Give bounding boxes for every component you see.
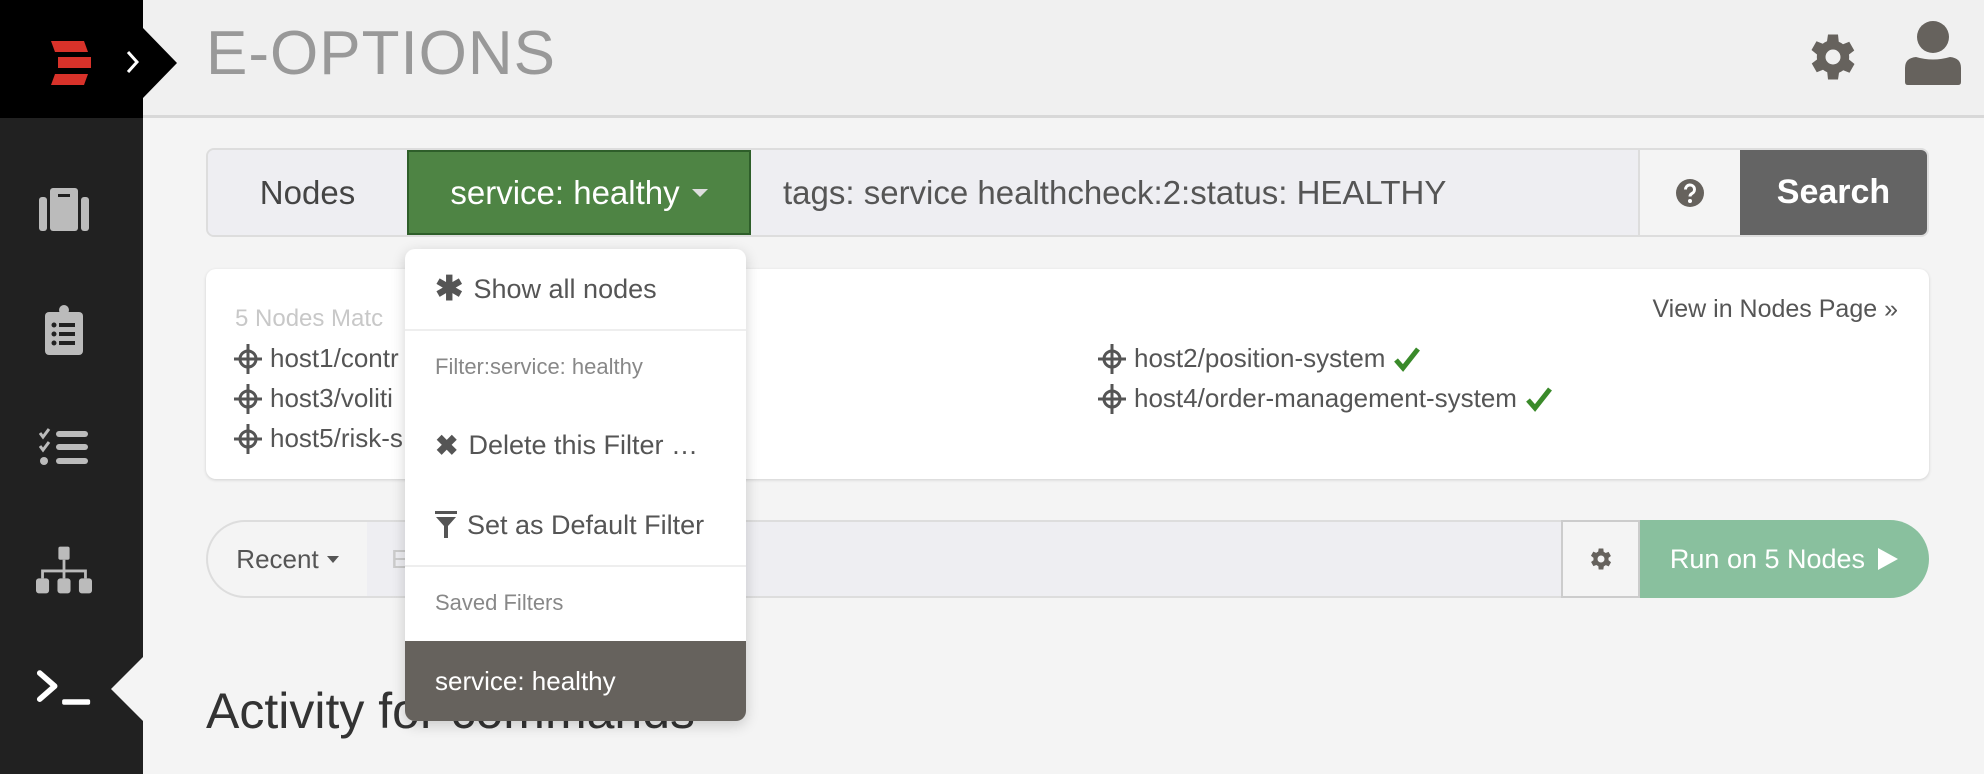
view-in-nodes-page-link[interactable]: View in Nodes Page » bbox=[1652, 295, 1898, 324]
play-icon bbox=[1878, 548, 1899, 570]
filter-help-button[interactable] bbox=[1638, 150, 1740, 235]
node-name: host5/risk-s bbox=[270, 423, 403, 453]
page-title: E-OPTIONS bbox=[206, 19, 557, 88]
sidebar-item-jobs[interactable] bbox=[36, 302, 92, 358]
logo-notch bbox=[143, 28, 177, 98]
sidebar-item-commands[interactable] bbox=[36, 660, 92, 716]
settings-gear-icon[interactable] bbox=[1803, 26, 1863, 88]
node-name: host3/voliti bbox=[270, 383, 393, 413]
active-item-indicator bbox=[111, 657, 143, 721]
node-item[interactable]: host3/voliti bbox=[234, 383, 393, 414]
asterisk-icon: ✱ bbox=[435, 270, 464, 308]
check-icon bbox=[1526, 386, 1552, 412]
briefcase-icon bbox=[39, 188, 89, 231]
crosshair-icon bbox=[1098, 343, 1126, 374]
check-icon bbox=[1394, 346, 1421, 372]
sidebar-item-activity[interactable] bbox=[36, 420, 92, 476]
sidebar-item-projects[interactable] bbox=[36, 180, 92, 236]
logo-button[interactable] bbox=[0, 0, 143, 118]
set-default-filter-item[interactable]: Set as Default Filter bbox=[405, 489, 746, 561]
chevron-right-icon bbox=[126, 50, 140, 74]
tasks-icon bbox=[39, 428, 88, 465]
node-item[interactable]: host4/order-management-system bbox=[1098, 383, 1553, 414]
menu-label: Delete this Filter … bbox=[468, 429, 699, 460]
menu-label: Set as Default Filter bbox=[467, 509, 705, 540]
nodes-match-count: 5 Nodes Matc bbox=[235, 305, 384, 332]
saved-filters-header: Saved Filters bbox=[435, 590, 564, 615]
menu-label: Show all nodes bbox=[473, 273, 657, 304]
filter-header: Filter:service: healthy bbox=[435, 354, 643, 379]
filter-dropdown-button[interactable]: service: healthy bbox=[407, 150, 751, 235]
sidebar-item-nodes[interactable] bbox=[36, 542, 92, 598]
show-all-nodes-item[interactable]: ✱ Show all nodes bbox=[405, 249, 746, 329]
recent-commands-dropdown[interactable]: Recent bbox=[206, 520, 367, 598]
caret-down-icon bbox=[326, 555, 339, 563]
delete-filter-item[interactable]: ✖ Delete this Filter … bbox=[405, 409, 746, 481]
terminal-icon bbox=[36, 670, 91, 705]
nodes-label: Nodes bbox=[208, 150, 407, 235]
filter-dropdown-menu: ✱ Show all nodes Filter:service: healthy … bbox=[405, 249, 746, 721]
recent-label: Recent bbox=[236, 543, 319, 574]
crosshair-icon bbox=[234, 383, 262, 414]
node-name: host2/position-system bbox=[1134, 343, 1386, 373]
user-avatar-icon[interactable] bbox=[1904, 20, 1962, 86]
question-circle-icon bbox=[1676, 178, 1704, 207]
crosshair-icon bbox=[234, 423, 262, 454]
run-command-button[interactable]: Run on 5 Nodes bbox=[1640, 520, 1929, 598]
node-filter-bar: Nodes service: healthy tags: service hea… bbox=[206, 148, 1929, 237]
node-name: host4/order-management-system bbox=[1134, 383, 1517, 413]
crosshair-icon bbox=[1098, 383, 1126, 414]
search-button[interactable]: Search bbox=[1740, 150, 1927, 235]
crosshair-icon bbox=[234, 343, 262, 374]
filter-label: service: healthy bbox=[450, 173, 680, 211]
node-name: host1/contr bbox=[270, 343, 399, 373]
node-item[interactable]: host1/contr bbox=[234, 343, 399, 374]
node-filter-input[interactable]: tags: service healthcheck:2:status: HEAL… bbox=[751, 150, 1638, 235]
logo-icon bbox=[51, 41, 91, 85]
gear-icon bbox=[1590, 548, 1611, 570]
close-icon: ✖ bbox=[435, 429, 459, 461]
clipboard-list-icon bbox=[45, 305, 83, 355]
node-item[interactable]: host2/position-system bbox=[1098, 343, 1421, 374]
node-item[interactable]: host5/risk-s bbox=[234, 423, 403, 454]
saved-filter-item[interactable]: service: healthy bbox=[405, 641, 746, 721]
run-label: Run on 5 Nodes bbox=[1669, 543, 1866, 574]
sitemap-icon bbox=[36, 546, 92, 594]
filter-icon bbox=[435, 511, 457, 538]
caret-down-icon bbox=[691, 188, 708, 197]
command-settings-button[interactable] bbox=[1561, 520, 1640, 598]
